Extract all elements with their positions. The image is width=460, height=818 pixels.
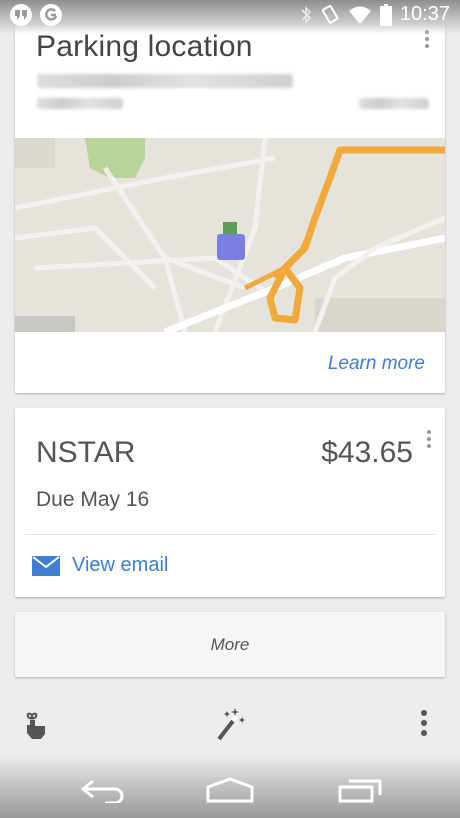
blurred-time [37,98,123,109]
view-email-label: View email [72,554,169,576]
status-bar-right: 10:37 [300,3,450,26]
google-now-icon [40,4,62,26]
email-icon [32,555,60,576]
bill-amount: $43.65 [321,436,413,469]
bill-card-menu-icon[interactable] [419,426,439,452]
overflow-menu-icon[interactable] [404,703,444,743]
parking-title: Parking location [36,30,253,63]
status-bar-left [10,4,62,26]
back-icon[interactable] [72,773,132,807]
parking-card[interactable]: Parking location Learn more [15,10,445,393]
more-label: More [210,634,250,654]
bill-payee: NSTAR [36,436,136,469]
magic-wand-icon[interactable] [210,703,250,743]
bottom-toolbar [0,695,460,755]
view-email-button[interactable]: View email [32,554,168,577]
parking-map[interactable] [15,138,445,332]
clock: 10:37 [399,3,450,25]
remind-finger-icon[interactable] [16,703,56,743]
more-button[interactable]: More [15,612,445,677]
bill-due-date: Due May 16 [36,488,150,511]
divider [25,534,435,535]
hangouts-icon [10,4,32,26]
home-icon[interactable] [200,773,260,807]
bill-card[interactable]: NSTAR $43.65 Due May 16 View email [15,408,445,597]
battery-icon [379,3,392,26]
navigation-bar [0,755,460,818]
wifi-icon [348,6,371,24]
blurred-address [37,74,293,88]
status-bar: 10:37 [0,0,460,34]
learn-more-link[interactable]: Learn more [328,353,425,375]
recents-icon[interactable] [330,773,390,807]
rotation-icon [321,4,339,24]
blurred-distance [359,98,429,109]
bluetooth-icon [301,5,312,24]
